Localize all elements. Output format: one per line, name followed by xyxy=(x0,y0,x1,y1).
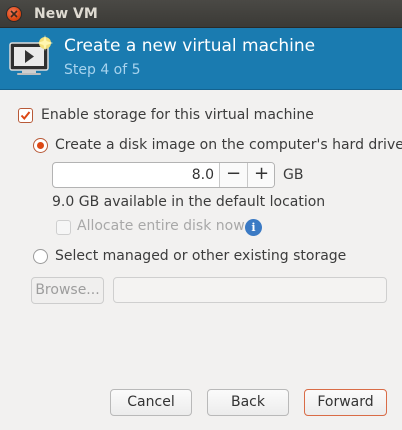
storage-path-field[interactable] xyxy=(113,277,387,303)
allocate-disk-label: Allocate entire disk now xyxy=(77,218,245,234)
plus-icon: + xyxy=(253,163,270,184)
disk-size-spinner: − + xyxy=(52,162,275,188)
check-icon xyxy=(20,111,31,121)
decrement-button[interactable]: − xyxy=(219,163,247,187)
window-titlebar: New VM xyxy=(0,0,402,28)
virtual-machine-icon xyxy=(9,35,53,75)
available-space-text: 9.0 GB available in the default location xyxy=(52,194,326,210)
close-window-button[interactable] xyxy=(6,6,22,22)
cancel-button[interactable]: Cancel xyxy=(110,389,192,416)
forward-button[interactable]: Forward xyxy=(304,389,387,416)
wizard-header: Create a new virtual machine Step 4 of 5 xyxy=(0,28,402,90)
browse-button-label: Browse... xyxy=(35,282,100,298)
close-icon xyxy=(10,10,18,18)
info-glyph: i xyxy=(251,221,256,234)
back-button-label: Back xyxy=(231,394,265,410)
browse-button[interactable]: Browse... xyxy=(31,277,104,304)
managed-storage-label: Select managed or other existing storage xyxy=(55,248,347,264)
enable-storage-label: Enable storage for this virtual machine xyxy=(41,107,314,123)
cancel-button-label: Cancel xyxy=(127,394,175,410)
size-unit-label: GB xyxy=(283,167,304,183)
forward-button-label: Forward xyxy=(317,394,374,410)
create-disk-radio[interactable] xyxy=(33,138,48,153)
managed-storage-radio[interactable] xyxy=(33,249,48,264)
wizard-step: Step 4 of 5 xyxy=(64,62,141,78)
info-icon[interactable]: i xyxy=(245,219,262,236)
minus-icon: − xyxy=(225,163,242,184)
back-button[interactable]: Back xyxy=(207,389,289,416)
create-disk-label: Create a disk image on the computer's ha… xyxy=(55,137,402,153)
allocate-disk-checkbox[interactable] xyxy=(56,220,71,235)
increment-button[interactable]: + xyxy=(247,163,274,187)
disk-size-input[interactable] xyxy=(53,163,219,187)
window-title: New VM xyxy=(34,6,98,22)
enable-storage-checkbox[interactable] xyxy=(18,108,33,123)
wizard-title: Create a new virtual machine xyxy=(64,36,316,56)
